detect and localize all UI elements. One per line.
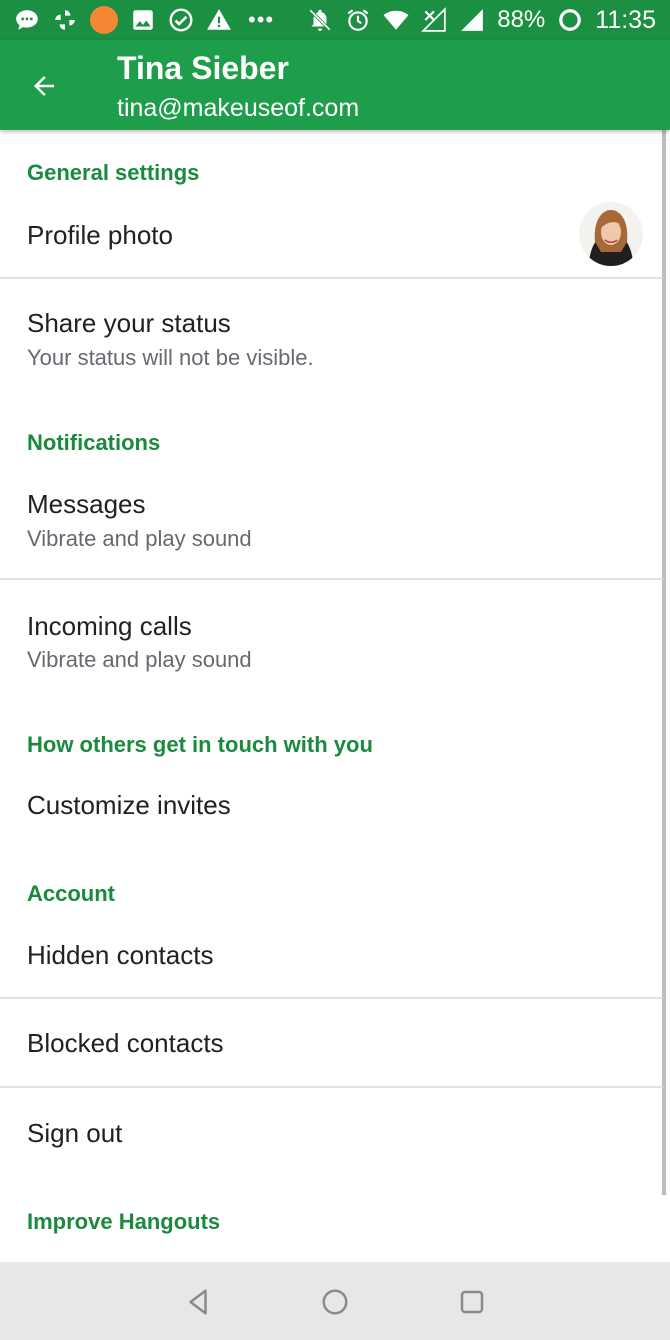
settings-list[interactable]: General settings Profile photo Share you…: [0, 130, 670, 1262]
app-bar: Tina Sieber tina@makeuseof.com: [0, 40, 670, 130]
battery-percent: 88%: [497, 6, 546, 33]
customize-invites-label: Customize invites: [27, 790, 231, 820]
hidden-contacts-row[interactable]: Hidden contacts: [0, 920, 663, 996]
section-header-notifications: Notifications: [27, 430, 161, 455]
nav-home-circle-icon: [322, 1289, 348, 1315]
nav-back-button[interactable]: [178, 1282, 218, 1322]
image-icon: [130, 7, 156, 33]
messages-row[interactable]: Messages Vibrate and play sound: [0, 470, 663, 578]
incoming-calls-title: Incoming calls: [27, 611, 192, 641]
check-circle-icon: [168, 7, 194, 33]
back-button[interactable]: [20, 62, 68, 110]
share-status-row[interactable]: Share your status Your status will not b…: [0, 280, 663, 395]
divider: [0, 997, 663, 999]
status-left-icons: •••: [14, 6, 278, 34]
navigation-bar: [0, 1262, 670, 1340]
page-title: Tina Sieber: [117, 50, 289, 86]
section-header-get-in-touch: How others get in touch with you: [27, 732, 373, 757]
section-header-account: Account: [27, 881, 115, 906]
blocked-contacts-row[interactable]: Blocked contacts: [0, 1000, 663, 1086]
more-dots-icon: •••: [248, 7, 275, 32]
customize-invites-row[interactable]: Customize invites: [0, 770, 663, 842]
messages-subtitle: Vibrate and play sound: [27, 526, 252, 551]
blocked-contacts-label: Blocked contacts: [27, 1028, 224, 1058]
avatar[interactable]: [579, 202, 643, 266]
divider: [0, 578, 663, 580]
alarm-icon: [345, 7, 371, 33]
profile-photo-row[interactable]: Profile photo: [0, 198, 663, 278]
status-time: 11:35: [595, 5, 656, 34]
pinwheel-icon: [52, 7, 78, 33]
share-status-subtitle: Your status will not be visible.: [27, 345, 314, 370]
section-header-improve: Improve Hangouts: [27, 1209, 221, 1234]
orange-dot-icon: [90, 6, 118, 34]
divider: [0, 277, 663, 279]
status-right-icons: 88% 11:35: [307, 6, 656, 35]
signal-icon: [459, 7, 485, 33]
messages-title: Messages: [27, 489, 146, 519]
wifi-icon: [383, 7, 409, 33]
incoming-calls-row[interactable]: Incoming calls Vibrate and play sound: [0, 581, 663, 696]
battery-icon: [557, 7, 583, 33]
notifications-off-icon: [307, 7, 333, 33]
warning-icon: [206, 7, 232, 33]
hidden-contacts-label: Hidden contacts: [27, 940, 214, 970]
arrow-back-icon: [34, 76, 54, 96]
divider: [0, 1086, 663, 1088]
nav-recents-square-icon: [460, 1290, 484, 1314]
message-bubble-icon: [14, 7, 40, 33]
status-bar: ••• 88% 11:35: [0, 0, 670, 40]
share-status-title: Share your status: [27, 308, 231, 338]
incoming-calls-subtitle: Vibrate and play sound: [27, 647, 252, 672]
nav-recents-button[interactable]: [452, 1282, 492, 1322]
no-data-signal-icon: [421, 7, 447, 33]
sign-out-row[interactable]: Sign out: [0, 1089, 663, 1179]
account-email: tina@makeuseof.com: [117, 94, 360, 122]
nav-back-triangle-icon: [189, 1289, 207, 1315]
sign-out-label: Sign out: [27, 1118, 123, 1148]
nav-home-button[interactable]: [315, 1282, 355, 1322]
section-header-general: General settings: [27, 160, 200, 185]
profile-photo-label: Profile photo: [27, 220, 173, 250]
